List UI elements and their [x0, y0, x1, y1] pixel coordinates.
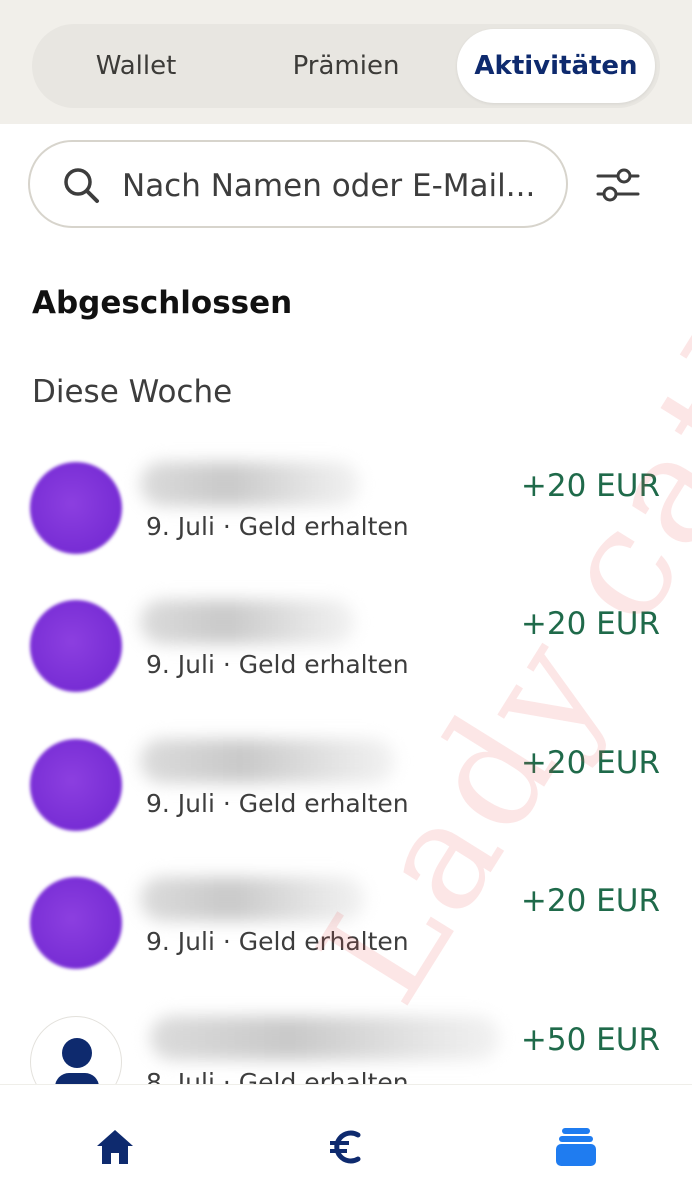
avatar — [30, 600, 122, 692]
transaction-subtitle: 9. Juli · Geld erhalten — [146, 650, 409, 679]
activity-cards-icon — [556, 1128, 596, 1166]
transaction-row[interactable]: 9. Juli · Geld erhalten +20 EUR — [0, 877, 692, 997]
name-redacted — [140, 739, 395, 783]
week-label: Diese Woche — [32, 374, 233, 410]
search-input[interactable] — [120, 156, 554, 216]
bottom-nav — [0, 1084, 692, 1201]
name-redacted — [150, 1016, 500, 1060]
name-redacted — [140, 462, 360, 506]
transaction-amount: +50 EUR — [520, 1022, 660, 1058]
top-bar: Wallet Prämien Aktivitäten — [0, 0, 692, 124]
home-icon — [97, 1130, 133, 1164]
transaction-amount: +20 EUR — [520, 606, 660, 642]
search-icon — [64, 168, 99, 203]
euro-icon — [330, 1130, 361, 1164]
name-redacted — [140, 600, 355, 644]
nav-activity[interactable] — [548, 1121, 604, 1173]
avatar — [30, 462, 122, 554]
tab-wallet[interactable]: Wallet — [32, 29, 240, 103]
transaction-subtitle: 9. Juli · Geld erhalten — [146, 789, 409, 818]
transaction-amount: +20 EUR — [520, 883, 660, 919]
segmented-control: Wallet Prämien Aktivitäten — [32, 24, 660, 108]
transaction-row[interactable]: 9. Juli · Geld erhalten +20 EUR — [0, 600, 692, 720]
section-title: Abgeschlossen — [32, 285, 293, 321]
tab-praemien[interactable]: Prämien — [242, 29, 450, 103]
transaction-row[interactable]: 9. Juli · Geld erhalten +20 EUR — [0, 739, 692, 859]
tab-aktivitaeten[interactable]: Aktivitäten — [457, 29, 655, 103]
avatar — [30, 877, 122, 969]
transaction-subtitle: 9. Juli · Geld erhalten — [146, 927, 409, 956]
transaction-amount: +20 EUR — [520, 745, 660, 781]
avatar — [30, 739, 122, 831]
name-redacted — [140, 877, 365, 921]
filter-icon[interactable] — [596, 166, 640, 204]
search-bar[interactable] — [28, 140, 568, 228]
transaction-subtitle: 9. Juli · Geld erhalten — [146, 512, 409, 541]
nav-home[interactable] — [87, 1121, 143, 1173]
transaction-row[interactable]: 9. Juli · Geld erhalten +20 EUR — [0, 462, 692, 582]
nav-send-pay[interactable] — [317, 1121, 373, 1173]
transaction-amount: +20 EUR — [520, 468, 660, 504]
